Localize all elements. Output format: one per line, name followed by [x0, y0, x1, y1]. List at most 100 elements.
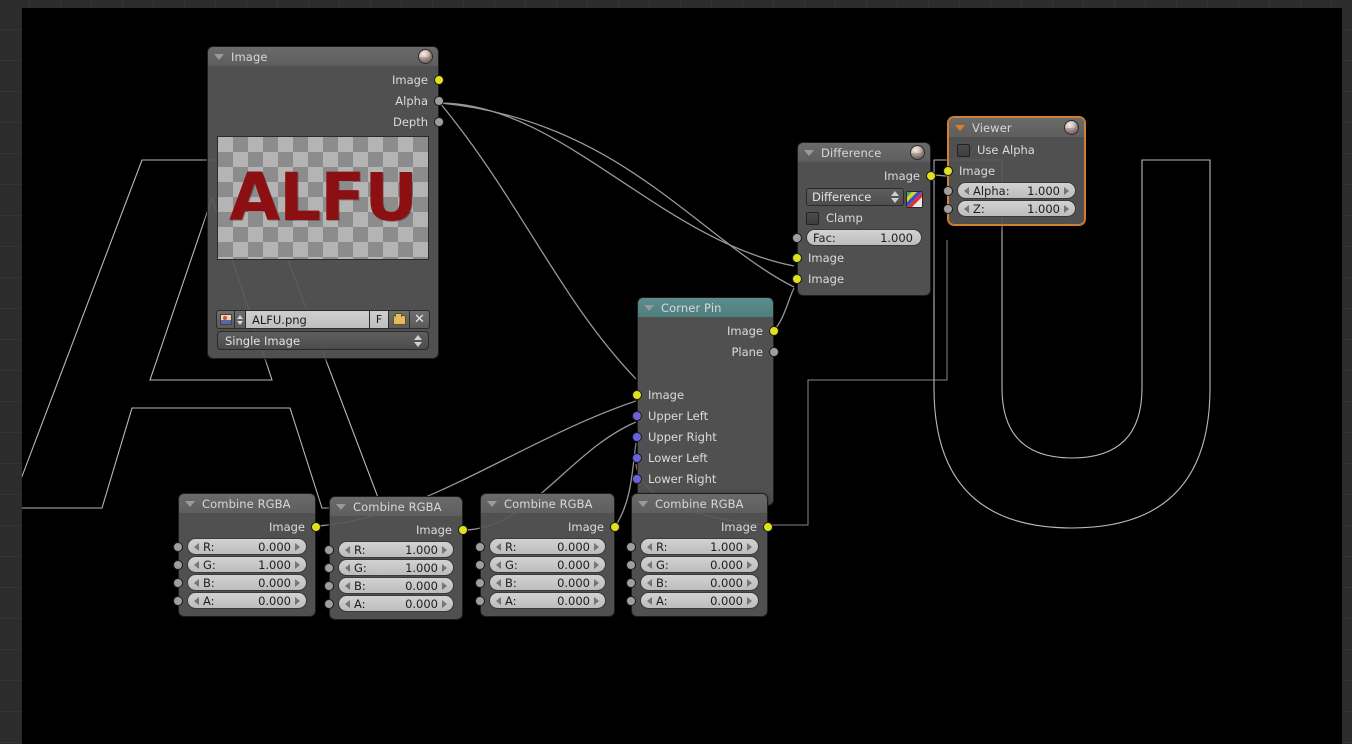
socket-out-image[interactable] — [763, 521, 773, 532]
input-socket-row-image-1[interactable]: Image — [792, 247, 930, 268]
socket-in-r[interactable] — [173, 542, 183, 552]
decrease-arrow-icon[interactable] — [496, 542, 501, 551]
output-socket-row-plane[interactable]: Plane — [638, 341, 779, 362]
socket-out-image[interactable] — [434, 74, 444, 85]
socket-in-r[interactable] — [475, 542, 485, 552]
decrease-arrow-icon[interactable] — [345, 581, 350, 590]
decrease-arrow-icon[interactable] — [964, 204, 969, 213]
socket-out-image[interactable] — [926, 170, 936, 181]
r-row[interactable]: R: 0.000 — [475, 538, 614, 555]
alpha-slider[interactable]: Alpha: 1.000 — [957, 182, 1076, 199]
node-corner-pin[interactable]: Corner Pin Image Plane Image Upper Left — [632, 297, 779, 506]
g-row[interactable]: G: 1.000 — [173, 556, 315, 573]
socket-in-a[interactable] — [626, 596, 636, 606]
b-slider[interactable]: B: 0.000 — [489, 574, 606, 591]
output-socket-row-image[interactable]: Image — [481, 516, 620, 537]
b-row[interactable]: B: 0.000 — [324, 577, 462, 594]
decrease-arrow-icon[interactable] — [964, 186, 969, 195]
a-row[interactable]: A: 0.000 — [173, 592, 315, 609]
input-socket-row-image[interactable]: Image — [943, 160, 1084, 181]
output-socket-row-image[interactable]: Image — [638, 320, 779, 341]
socket-in-image[interactable] — [943, 165, 953, 176]
input-socket-row-upper-left[interactable]: Upper Left — [632, 405, 773, 426]
r-row[interactable]: R: 1.000 — [324, 541, 462, 558]
increase-arrow-icon[interactable] — [1064, 204, 1069, 213]
output-socket-row-depth[interactable]: Depth — [208, 111, 444, 132]
output-socket-row-image[interactable]: Image — [179, 516, 321, 537]
node-combine-rgba-2[interactable]: Combine RGBA Image R: 1.000 G: 1.000 B: 0.0… — [324, 496, 468, 620]
b-row[interactable]: B: 0.000 — [475, 574, 614, 591]
increase-arrow-icon[interactable] — [442, 545, 447, 554]
input-socket-row-lower-right[interactable]: Lower Right — [632, 468, 773, 489]
r-slider[interactable]: R: 1.000 — [640, 538, 759, 555]
decrease-arrow-icon[interactable] — [496, 596, 501, 605]
output-socket-row-alpha[interactable]: Alpha — [208, 90, 444, 111]
increase-arrow-icon[interactable] — [442, 563, 447, 572]
decrease-arrow-icon[interactable] — [496, 560, 501, 569]
socket-in-image[interactable] — [632, 389, 642, 400]
a-row[interactable]: A: 0.000 — [626, 592, 767, 609]
node-viewer[interactable]: Viewer Use Alpha Image Alpha: 1.000 Z: 1… — [943, 117, 1085, 225]
output-socket-row-image[interactable]: Image — [632, 516, 773, 537]
output-socket-row-image[interactable]: Image — [330, 519, 468, 540]
increase-arrow-icon[interactable] — [295, 578, 300, 587]
decrease-arrow-icon[interactable] — [647, 560, 652, 569]
socket-in-upper-left[interactable] — [632, 410, 642, 421]
node-editor-canvas[interactable]: Image Image Alpha Depth ALFU ALFU.png F … — [0, 0, 1352, 744]
decrease-arrow-icon[interactable] — [194, 542, 199, 551]
socket-in-alpha[interactable] — [943, 186, 953, 196]
increase-arrow-icon[interactable] — [594, 542, 599, 551]
socket-out-image[interactable] — [458, 524, 468, 535]
socket-out-image[interactable] — [769, 325, 779, 336]
node-image[interactable]: Image Image Alpha Depth ALFU ALFU.png F … — [207, 46, 444, 359]
socket-out-alpha[interactable] — [434, 95, 444, 106]
node-combine-rgba-2-header[interactable]: Combine RGBA — [330, 497, 462, 516]
socket-in-upper-right[interactable] — [632, 431, 642, 442]
node-combine-rgba-1-header[interactable]: Combine RGBA — [179, 494, 315, 513]
increase-arrow-icon[interactable] — [295, 596, 300, 605]
decrease-arrow-icon[interactable] — [345, 563, 350, 572]
socket-in-a[interactable] — [324, 599, 334, 609]
socket-in-lower-left[interactable] — [632, 452, 642, 463]
fac-slider[interactable]: Fac: 1.000 — [806, 229, 922, 246]
collapse-triangle-icon[interactable] — [185, 500, 195, 507]
a-slider[interactable]: A: 0.000 — [338, 595, 454, 612]
r-row[interactable]: R: 0.000 — [173, 538, 315, 555]
socket-in-g[interactable] — [173, 560, 183, 570]
increase-arrow-icon[interactable] — [747, 596, 752, 605]
g-slider[interactable]: G: 1.000 — [338, 559, 454, 576]
increase-arrow-icon[interactable] — [1064, 186, 1069, 195]
input-socket-row-lower-left[interactable]: Lower Left — [632, 447, 773, 468]
socket-out-image[interactable] — [610, 521, 620, 532]
node-corner-pin-header[interactable]: Corner Pin — [638, 298, 773, 317]
a-slider[interactable]: A: 0.000 — [489, 592, 606, 609]
node-combine-rgba-4[interactable]: Combine RGBA Image R: 1.000 G: 0.000 B: 0.0… — [626, 493, 773, 617]
socket-in-b[interactable] — [475, 578, 485, 588]
decrease-arrow-icon[interactable] — [345, 599, 350, 608]
decrease-arrow-icon[interactable] — [496, 578, 501, 587]
socket-in-r[interactable] — [626, 542, 636, 552]
b-slider[interactable]: B: 0.000 — [338, 577, 454, 594]
fake-user-button[interactable]: F — [370, 310, 389, 329]
material-preview-icon[interactable] — [418, 49, 433, 64]
increase-arrow-icon[interactable] — [594, 578, 599, 587]
use-alpha-checkbox-row[interactable]: Use Alpha — [949, 140, 1084, 160]
socket-in-b[interactable] — [324, 581, 334, 591]
image-browse-stepper[interactable] — [235, 310, 246, 329]
socket-out-plane[interactable] — [769, 346, 779, 357]
input-socket-row-image[interactable]: Image — [632, 384, 773, 405]
image-datablock-icon[interactable] — [216, 310, 235, 329]
b-slider[interactable]: B: 0.000 — [640, 574, 759, 591]
b-row[interactable]: B: 0.000 — [173, 574, 315, 591]
r-slider[interactable]: R: 0.000 — [489, 538, 606, 555]
decrease-arrow-icon[interactable] — [647, 578, 652, 587]
clamp-checkbox[interactable] — [806, 211, 819, 225]
socket-in-g[interactable] — [626, 560, 636, 570]
clamp-checkbox-row[interactable]: Clamp — [798, 208, 930, 228]
socket-in-image-1[interactable] — [792, 252, 802, 263]
image-file-row[interactable]: ALFU.png F ✕ — [216, 310, 430, 329]
collapse-triangle-icon[interactable] — [804, 149, 814, 156]
close-icon[interactable]: ✕ — [410, 310, 430, 329]
node-combine-rgba-3-header[interactable]: Combine RGBA — [481, 494, 614, 513]
a-slider[interactable]: A: 0.000 — [187, 592, 307, 609]
